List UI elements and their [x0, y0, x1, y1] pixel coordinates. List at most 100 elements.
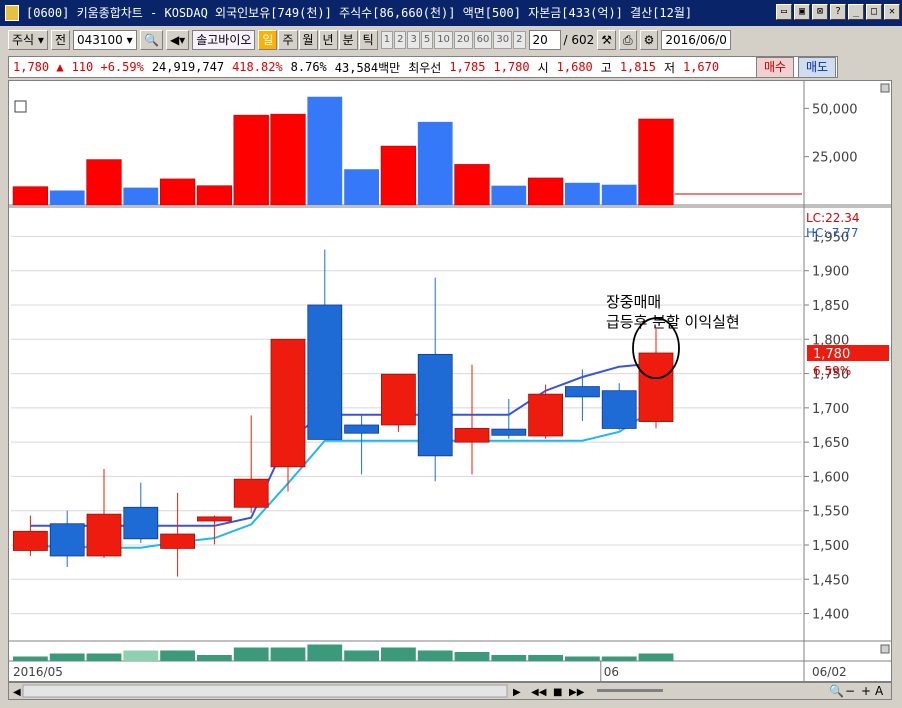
count-input[interactable]: 20	[528, 30, 561, 50]
maximize-icon[interactable]: □	[866, 4, 882, 20]
settings-icon[interactable]: ⚙	[639, 30, 659, 50]
sub-bar	[491, 655, 527, 661]
sub-bar	[638, 653, 674, 661]
sub-bar	[197, 655, 232, 661]
minute-option-7[interactable]: 30	[493, 31, 513, 49]
candle-body	[160, 533, 196, 549]
volume-bar	[601, 184, 637, 205]
minute-option-5[interactable]: 20	[453, 31, 473, 49]
volume-bar	[270, 113, 306, 206]
help-icon[interactable]: ?	[830, 4, 846, 20]
grid-icon[interactable]	[14, 100, 27, 113]
scroll-right-icon[interactable]: ▶	[513, 687, 521, 698]
chart-area[interactable]: 50,000 25,000 1,950 1,900 1,850 1,800 1,750 1,7…	[8, 80, 892, 682]
forward-icon[interactable]: ▶▶	[569, 687, 585, 698]
lc-label: LC:22.34	[806, 211, 859, 225]
high-label: 고	[600, 60, 612, 75]
low-value: 1,670	[682, 60, 720, 74]
volume-bar	[307, 96, 343, 205]
turnover-value: 8.76%	[290, 60, 327, 74]
x-axis-label: 2016/05	[13, 665, 63, 679]
low-label: 저	[663, 60, 675, 75]
sub-bar	[417, 650, 453, 661]
tile-icon[interactable]: ▣	[794, 4, 810, 20]
search-icon[interactable]: 🔍	[139, 30, 163, 50]
minute-option-1[interactable]: 2	[394, 31, 407, 49]
candle-body	[638, 352, 674, 422]
best-bid: 1,780	[493, 60, 530, 74]
rewind-icon[interactable]: ◀◀	[531, 687, 547, 698]
scroll-left-icon[interactable]: ◀	[13, 687, 21, 698]
price-tick-label: 1,700	[812, 402, 849, 417]
volume-bar	[86, 159, 122, 206]
stop-icon[interactable]: ■	[553, 687, 562, 698]
period-tab-1[interactable]: 주	[278, 30, 298, 50]
volume-tick-label: 50,000	[812, 102, 858, 117]
minute-option-4[interactable]: 10	[434, 31, 453, 49]
sell-button[interactable]: 매도	[798, 57, 836, 78]
scroll-track[interactable]	[22, 684, 508, 698]
volume-bar	[454, 164, 490, 206]
close-icon-sub[interactable]	[880, 644, 890, 654]
tool-icon[interactable]: ⚒	[597, 30, 617, 50]
period-tab-4[interactable]: 분	[338, 30, 358, 50]
period-tab-0[interactable]: 일	[258, 30, 278, 50]
code-input[interactable]: 043100 ▾	[72, 30, 137, 50]
zoom-in-icon[interactable]: +	[861, 684, 871, 698]
text-icon[interactable]: A	[875, 684, 884, 698]
candle-body	[565, 386, 600, 398]
close-icon[interactable]	[880, 83, 890, 93]
chart-toolbar: 주식 ▾ 전 043100 ▾ 🔍 ◀▾ 솔고바이오 일주월년분틱 1 2 3 5 10…	[8, 28, 898, 52]
candle-body	[270, 338, 306, 468]
total-count: / 602	[563, 33, 595, 47]
period-tab-3[interactable]: 년	[318, 30, 338, 50]
minute-option-8[interactable]: 2	[513, 31, 526, 49]
volume-bar	[491, 185, 527, 205]
period-tab-2[interactable]: 월	[298, 30, 318, 50]
candle-body	[417, 353, 453, 457]
type-selector[interactable]: 주식 ▾	[8, 30, 48, 50]
all-button[interactable]: 전	[50, 30, 70, 50]
open-value: 1,680	[556, 60, 593, 74]
minute-option-3[interactable]: 5	[420, 31, 434, 49]
buy-button[interactable]: 매수	[756, 57, 794, 78]
candle-body	[307, 304, 343, 440]
sub-bar	[233, 647, 269, 661]
candle-body	[13, 530, 48, 551]
zoom-search-icon[interactable]: 🔍	[829, 683, 844, 698]
annotation-line-2: 급등후 분할 이익실현	[606, 313, 740, 331]
best-ask: 1,785	[449, 60, 486, 74]
period-tab-5[interactable]: 틱	[358, 30, 378, 50]
candle-body	[123, 506, 159, 540]
minute-option-6[interactable]: 60	[473, 31, 493, 49]
layout-icon[interactable]: ▭	[776, 4, 792, 20]
type-label: 주식	[12, 33, 35, 47]
close-icon[interactable]: ✕	[884, 4, 900, 20]
sub-bar	[86, 653, 122, 661]
volume-bar	[638, 118, 674, 206]
minimize-icon[interactable]: _	[848, 4, 864, 20]
volume-bar	[380, 145, 417, 206]
volume-bar	[12, 186, 49, 206]
zoom-slider[interactable]	[597, 689, 663, 692]
volume-bar	[233, 114, 269, 206]
best-label: 최우선	[408, 60, 442, 75]
print-icon[interactable]: ⎙	[619, 30, 637, 50]
volume-bar	[49, 190, 85, 205]
speaker-icon[interactable]: ◀▾	[165, 30, 190, 50]
price-tick-label: 1,600	[812, 470, 849, 485]
minute-option-2[interactable]: 3	[407, 31, 420, 49]
minute-option-0[interactable]: 1	[380, 31, 394, 49]
price-tick-label: 1,650	[812, 436, 849, 451]
date-input[interactable]: 2016/06/0	[661, 30, 731, 50]
app-icon	[5, 5, 19, 21]
code-value: 043100	[76, 33, 123, 47]
chart-link-icon[interactable]: ⊠	[812, 4, 828, 20]
x-axis-label: 06/02	[812, 665, 847, 679]
price-tick-label: 1,550	[812, 505, 849, 520]
price-change: 110 +6.59%	[71, 60, 144, 74]
volume-bar	[417, 121, 453, 205]
zoom-out-icon[interactable]: −	[845, 684, 855, 698]
sub-bar	[13, 656, 48, 661]
sub-bar	[601, 656, 637, 661]
